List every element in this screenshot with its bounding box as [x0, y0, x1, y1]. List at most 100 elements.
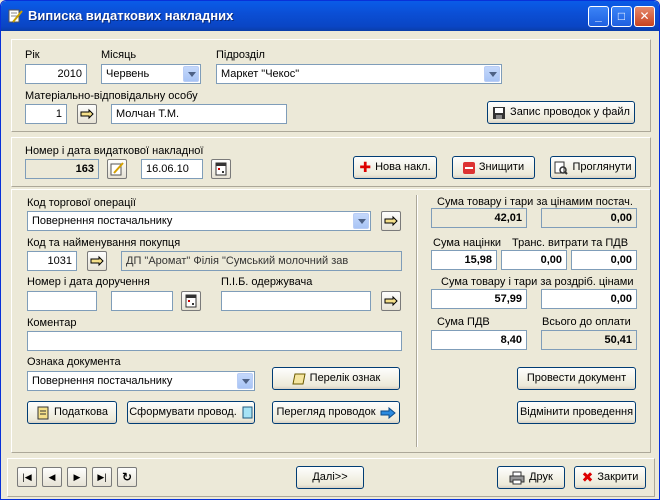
red-x-icon: ✖ — [581, 469, 594, 485]
calendar-icon — [185, 294, 197, 308]
delete-invoice-button[interactable]: Знищити — [452, 156, 535, 179]
division-label: Підрозділ — [216, 49, 265, 61]
comment-field[interactable] — [27, 331, 402, 351]
retail-sum-label: Сума товару і тари за роздріб. цінами — [441, 276, 634, 288]
export-postings-button[interactable]: Запис проводок у файл — [487, 101, 635, 124]
responsible-id-field[interactable]: 1 — [25, 104, 67, 124]
invoice-date-field[interactable]: 16.06.10 — [141, 159, 203, 179]
doc-mark-select[interactable]: Повернення постачальнику — [27, 371, 255, 391]
comment-label: Коментар — [27, 317, 77, 329]
month-select[interactable]: Червень — [101, 64, 201, 84]
first-record-button[interactable]: |◀ — [17, 467, 37, 487]
supplier-sum-label: Сума товару і тари за цінамим постач. — [437, 196, 633, 208]
retail-sum-field[interactable]: 57,99 — [431, 289, 527, 309]
form-postings-button[interactable]: Сформувати провод. — [127, 401, 255, 424]
cancel-posting-label: Відмінити проведення — [519, 406, 634, 418]
year-field[interactable]: 2010 — [25, 64, 87, 84]
lookup-responsible-button[interactable] — [77, 104, 97, 124]
vat-field[interactable]: 8,40 — [431, 330, 527, 350]
close-button[interactable]: ✖ Закрити — [574, 466, 646, 489]
proxy-calendar-button[interactable] — [181, 291, 201, 311]
doc-mark-value: Повернення постачальнику — [32, 375, 173, 387]
marks-list-button[interactable]: Перелік ознак — [272, 367, 400, 390]
delete-invoice-label: Знищити — [478, 161, 525, 173]
supplier-sum2-field: 0,00 — [541, 208, 637, 228]
vat-label: Сума ПДВ — [437, 316, 490, 328]
close-icon: ✕ — [639, 9, 650, 23]
responsible-name-field[interactable]: Молчан Т.М. — [111, 104, 287, 124]
close-label: Закрити — [597, 471, 639, 483]
next-icon: ▶ — [73, 472, 81, 482]
document-pen-icon — [7, 8, 23, 24]
month-value: Червень — [106, 68, 150, 80]
floppy-disk-icon — [492, 106, 506, 120]
export-postings-label: Запис проводок у файл — [510, 106, 630, 118]
chevron-down-icon[interactable] — [484, 66, 500, 82]
printer-icon — [509, 471, 525, 485]
minimize-button[interactable]: _ — [588, 6, 609, 27]
new-invoice-button[interactable]: ✚ Нова накл. — [353, 156, 437, 179]
retail-sum2-field[interactable]: 0,00 — [541, 289, 637, 309]
proxy-label: Номер і дата доручення — [27, 276, 150, 288]
view-invoice-button[interactable]: Проглянути — [550, 156, 636, 179]
chevron-down-icon[interactable] — [353, 213, 369, 229]
invoice-number-field[interactable]: 163 — [25, 159, 99, 179]
maximize-icon: □ — [617, 9, 626, 23]
division-select[interactable]: Маркет "Чекос" — [216, 64, 502, 84]
marks-list-label: Перелік ознак — [309, 372, 381, 384]
division-value: Маркет "Чекос" — [221, 68, 300, 80]
operation-select[interactable]: Повернення постачальнику — [27, 211, 371, 231]
month-label: Місяць — [101, 49, 137, 61]
next-step-button[interactable]: Далі>> — [296, 466, 364, 489]
print-label: Друк — [529, 471, 553, 483]
recipient-label: П.І.Б. одержувача — [221, 276, 313, 288]
post-document-button[interactable]: Провести документ — [517, 367, 636, 390]
lookup-operation-button[interactable] — [381, 211, 401, 231]
chevron-down-icon[interactable] — [237, 373, 253, 389]
pointing-hand-icon — [384, 295, 398, 307]
edit-invoice-number-button[interactable] — [107, 159, 127, 179]
title-bar[interactable]: Виписка видаткових накладних _ □ ✕ — [1, 1, 659, 31]
buyer-name-field: ДП "Аромат" Філія "Сумський молочний зав — [121, 251, 402, 271]
tax-label: Податкова — [53, 406, 108, 418]
cancel-posting-button[interactable]: Відмінити проведення — [517, 401, 636, 424]
maximize-button[interactable]: □ — [611, 6, 632, 27]
new-invoice-label: Нова накл. — [375, 161, 431, 173]
tax-document-icon — [36, 406, 50, 420]
scroll-icon — [292, 373, 306, 385]
operation-value: Повернення постачальнику — [32, 215, 173, 227]
recipient-field[interactable] — [221, 291, 371, 311]
lookup-buyer-button[interactable] — [87, 251, 107, 271]
transport-label: Транс. витрати та ПДВ — [512, 237, 629, 249]
proxy-number-field[interactable] — [27, 291, 97, 311]
buyer-code-field[interactable]: 1031 — [27, 251, 77, 271]
proxy-date-field[interactable] — [111, 291, 173, 311]
next-record-button[interactable]: ▶ — [67, 467, 87, 487]
responsible-label: Матеріально-відповідальну особу — [25, 90, 198, 102]
calendar-button[interactable] — [211, 159, 231, 179]
pointing-hand-icon — [80, 108, 94, 120]
transport-vat-field[interactable]: 0,00 — [571, 250, 637, 270]
close-window-button[interactable]: ✕ — [634, 6, 655, 27]
chevron-down-icon[interactable] — [183, 66, 199, 82]
doc-mark-label: Ознака документа — [27, 356, 121, 368]
buyer-label: Код та найменування покупця — [27, 237, 181, 249]
lookup-recipient-button[interactable] — [381, 291, 401, 311]
tax-button[interactable]: Податкова — [27, 401, 117, 424]
markup-field[interactable]: 15,98 — [431, 250, 497, 270]
transport-field[interactable]: 0,00 — [501, 250, 567, 270]
refresh-icon: ↻ — [121, 470, 133, 484]
magnifier-document-icon — [554, 161, 569, 175]
window-title: Виписка видаткових накладних — [28, 8, 234, 23]
print-button[interactable]: Друк — [497, 466, 565, 489]
total-label: Всього до оплати — [542, 316, 631, 328]
minimize-icon: _ — [595, 9, 602, 23]
view-postings-button[interactable]: Перегляд проводок — [272, 401, 400, 424]
arrow-right-icon — [380, 406, 396, 419]
last-icon: ▶| — [97, 472, 107, 482]
column-divider — [416, 195, 418, 447]
prev-record-button[interactable]: ◀ — [42, 467, 62, 487]
prev-icon: ◀ — [48, 472, 56, 482]
refresh-button[interactable]: ↻ — [117, 467, 137, 487]
last-record-button[interactable]: ▶| — [92, 467, 112, 487]
